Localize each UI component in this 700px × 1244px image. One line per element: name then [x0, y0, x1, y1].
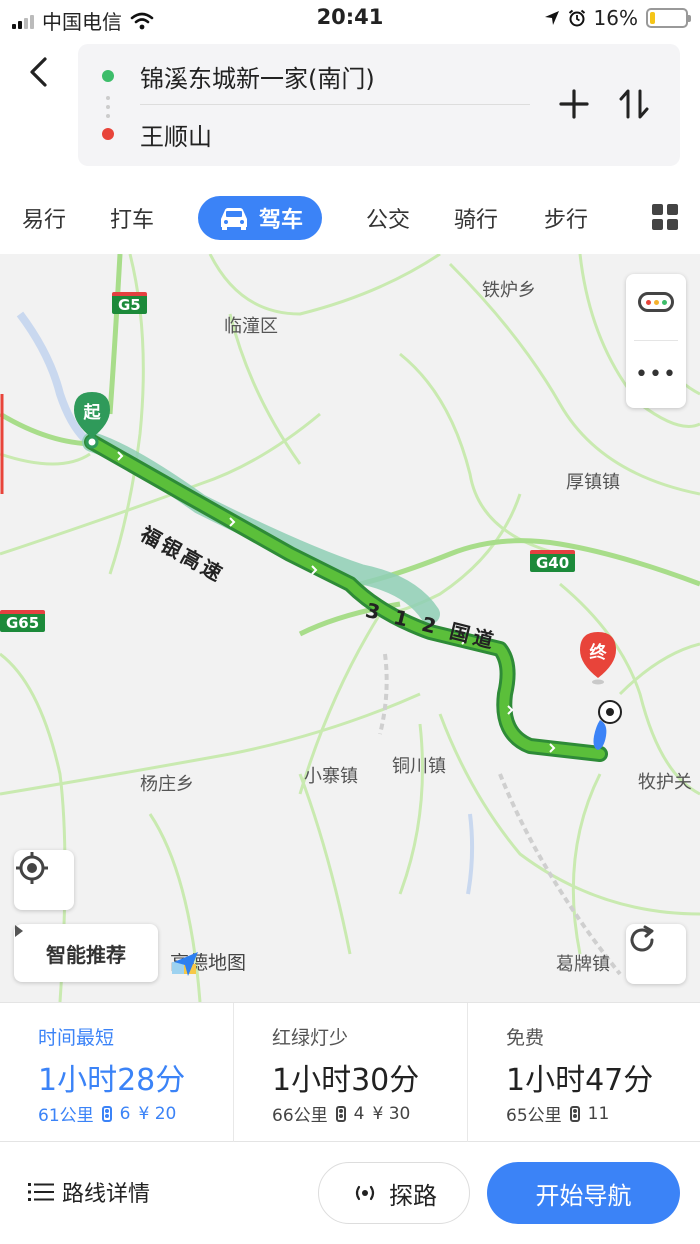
option-toll: ¥ 20: [138, 1103, 177, 1124]
option-lights: 4: [353, 1103, 365, 1124]
smart-recommend-button[interactable]: 智能推荐: [14, 924, 158, 982]
place-label: 厚镇镇: [566, 472, 620, 493]
place-label: 葛牌镇: [556, 954, 610, 975]
add-waypoint-button[interactable]: [556, 86, 592, 122]
tab-drive-label: 驾车: [258, 208, 303, 233]
option-duration: 1小时30分: [272, 1063, 420, 1098]
route-options: 时间最短 1小时28分 61公里 6 ¥ 20 红绿灯少 1小时30分 66公里…: [0, 1002, 700, 1143]
car-icon: [220, 208, 247, 230]
list-icon: [28, 1183, 54, 1201]
route-detail-button[interactable]: 路线详情: [28, 1176, 150, 1208]
app-screen: 中国电信 20:41 16% 锦溪东城新一家(南门) 王顺山 易行 打车 驾车 …: [0, 0, 700, 1244]
end-marker-label: 终: [589, 643, 607, 663]
end-location: 王顺山: [140, 122, 212, 151]
tab-easy[interactable]: 易行: [20, 196, 68, 240]
traffic-icon[interactable]: [638, 292, 674, 312]
battery-percent: 16%: [593, 6, 638, 30]
start-field[interactable]: 锦溪东城新一家(南门): [78, 48, 375, 104]
layer-divider: [634, 340, 678, 341]
chevron-left-icon: [30, 57, 47, 87]
tab-bike[interactable]: 骑行: [452, 196, 500, 240]
traffic-light-icon: [569, 1105, 580, 1122]
locate-button[interactable]: [14, 850, 74, 910]
status-bar: 中国电信 20:41 16%: [0, 0, 700, 36]
road-shield: G40: [530, 550, 576, 572]
start-dot-icon: [102, 70, 114, 82]
more-modes-grid-icon[interactable]: [652, 204, 678, 230]
refresh-icon: [630, 925, 654, 952]
map-view[interactable]: 铁炉乡 临潼区 厚镇镇 杨庄乡 小寨镇 铜川镇 牧护关 葛牌镇 G5 G40 G…: [0, 254, 700, 1002]
explore-route-button[interactable]: 探路: [318, 1162, 470, 1224]
map-canvas: [0, 254, 700, 1002]
end-marker[interactable]: 终: [578, 630, 618, 686]
triangle-right-icon: [15, 925, 23, 937]
option-distance: 61公里: [38, 1106, 94, 1126]
place-label: 临潼区: [224, 316, 278, 337]
option-toll: ¥ 30: [372, 1103, 411, 1124]
start-marker[interactable]: 起: [72, 390, 112, 450]
route-input-card: 锦溪东城新一家(南门) 王顺山: [78, 44, 680, 166]
place-label: 铜川镇: [392, 756, 446, 777]
tab-walk[interactable]: 步行: [542, 196, 590, 240]
plus-icon: [559, 89, 589, 119]
option-duration: 1小时28分: [38, 1063, 186, 1098]
status-right: 16%: [544, 6, 691, 30]
traffic-light-icon: [101, 1105, 112, 1122]
start-navigation-button[interactable]: 开始导航: [487, 1162, 680, 1224]
option-meta: 61公里 6 ¥ 20: [38, 1101, 177, 1127]
back-button[interactable]: [20, 52, 56, 92]
alarm-icon: [568, 9, 585, 27]
bottom-action-bar: 路线详情 探路 开始导航: [0, 1142, 700, 1244]
place-label: 铁炉乡: [482, 280, 536, 301]
location-arrow-icon: [544, 11, 559, 25]
start-marker-label: 起: [83, 403, 101, 423]
tab-taxi[interactable]: 打车: [108, 196, 156, 240]
option-label: 红绿灯少: [272, 1027, 349, 1049]
route-detail-label: 路线详情: [62, 1182, 151, 1207]
route-option-fastest[interactable]: 时间最短 1小时28分 61公里 6 ¥ 20: [0, 1003, 233, 1143]
destination-point-icon: [586, 698, 626, 754]
route-option-few-lights[interactable]: 红绿灯少 1小时30分 66公里 4 ¥ 30: [233, 1003, 466, 1143]
swap-icon: [619, 89, 649, 119]
end-field[interactable]: 王顺山: [78, 106, 212, 162]
option-label: 免费: [506, 1027, 545, 1049]
option-label: 时间最短: [38, 1027, 115, 1049]
battery-icon: [646, 8, 691, 28]
start-location: 锦溪东城新一家(南门): [140, 64, 375, 93]
place-label: 小寨镇: [304, 766, 358, 787]
more-options-icon[interactable]: •••: [626, 364, 686, 386]
end-dot-icon: [102, 128, 114, 140]
place-label: 牧护关: [638, 772, 692, 793]
option-duration: 1小时47分: [506, 1063, 654, 1098]
option-distance: 65公里: [506, 1106, 562, 1126]
option-lights: 6: [119, 1103, 131, 1124]
tab-bus[interactable]: 公交: [364, 196, 412, 240]
crosshair-icon: [16, 852, 48, 884]
transport-tabs: 易行 打车 驾车 公交 骑行 步行: [0, 186, 700, 246]
option-lights: 11: [587, 1103, 610, 1124]
explore-route-label: 探路: [389, 1181, 437, 1210]
road-shield: G5: [112, 292, 147, 314]
road-shield: G65: [0, 610, 46, 632]
route-divider: [140, 104, 530, 105]
battery-fill: [650, 12, 656, 24]
place-label: 杨庄乡: [140, 774, 194, 795]
start-navigation-label: 开始导航: [535, 1181, 632, 1210]
amap-logo-icon: [172, 952, 198, 976]
amap-brand: 高德地图: [170, 948, 246, 976]
swap-route-button[interactable]: [616, 86, 652, 122]
option-meta: 66公里 4 ¥ 30: [272, 1101, 411, 1127]
route-option-free[interactable]: 免费 1小时47分 65公里 11: [467, 1003, 700, 1143]
radar-icon: [355, 1185, 375, 1201]
traffic-light-icon: [335, 1105, 346, 1122]
refresh-route-button[interactable]: [626, 924, 686, 984]
map-layer-controls: •••: [626, 274, 686, 408]
option-meta: 65公里 11: [506, 1101, 610, 1127]
tab-drive[interactable]: 驾车: [198, 196, 322, 240]
smart-recommend-label: 智能推荐: [46, 942, 126, 967]
option-distance: 66公里: [272, 1106, 328, 1126]
